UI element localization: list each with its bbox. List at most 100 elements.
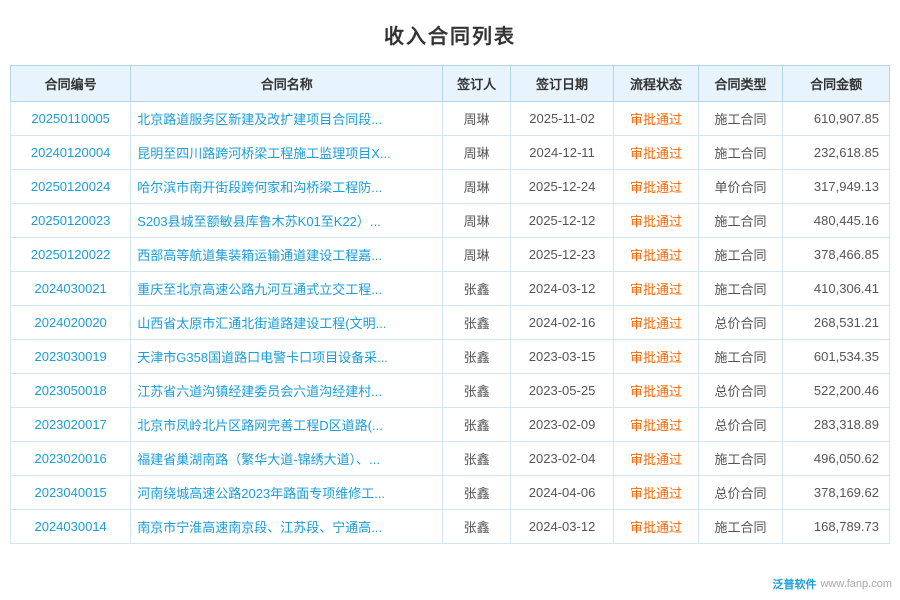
date-cell: 2023-02-09 [510,408,613,442]
date-cell: 2025-12-12 [510,204,613,238]
type-cell: 施工合同 [698,238,783,272]
contract-name-cell[interactable]: 南京市宁淮高速南京段、江苏段、宁通高... [131,510,443,544]
table-row: 2023020017北京市凤岭北片区路网完善工程D区道路(...张鑫2023-0… [11,408,890,442]
contract-id-cell[interactable]: 2023030019 [11,340,131,374]
contract-name-cell[interactable]: 重庆至北京高速公路九河互通式立交工程... [131,272,443,306]
contract-id-cell[interactable]: 2024020020 [11,306,131,340]
amount-cell: 268,531.21 [783,306,890,340]
contract-name-cell[interactable]: 哈尔滨市南开街段跨何家和沟桥梁工程防... [131,170,443,204]
status-cell: 审批通过 [614,374,699,408]
date-cell: 2024-04-06 [510,476,613,510]
type-cell: 总价合同 [698,306,783,340]
status-badge: 审批通过 [630,282,682,297]
col-header-1: 合同名称 [131,66,443,102]
contract-name-cell[interactable]: 北京路道服务区新建及改扩建项目合同段... [131,102,443,136]
status-cell: 审批通过 [614,170,699,204]
watermark-url: www.fanp.com [820,578,892,590]
contract-name-cell[interactable]: 天津市G358国道路口电警卡口项目设备采... [131,340,443,374]
type-cell: 施工合同 [698,340,783,374]
contract-id-cell[interactable]: 2024030021 [11,272,131,306]
status-cell: 审批通过 [614,476,699,510]
status-badge: 审批通过 [630,520,682,535]
date-cell: 2024-03-12 [510,510,613,544]
contract-id-cell[interactable]: 2023040015 [11,476,131,510]
contract-id-cell[interactable]: 20250120023 [11,204,131,238]
status-cell: 审批通过 [614,136,699,170]
signer-cell: 张鑫 [443,306,511,340]
date-cell: 2023-03-15 [510,340,613,374]
contract-name-cell[interactable]: 江苏省六道沟镇经建委员会六道沟经建村... [131,374,443,408]
contract-id-cell[interactable]: 20250120024 [11,170,131,204]
status-badge: 审批通过 [630,418,682,433]
status-cell: 审批通过 [614,510,699,544]
contract-name-cell[interactable]: S203县城至额敏县库鲁木苏K01至K22）... [131,204,443,238]
signer-cell: 张鑫 [443,476,511,510]
status-cell: 审批通过 [614,306,699,340]
col-header-3: 签订日期 [510,66,613,102]
status-badge: 审批通过 [630,214,682,229]
type-cell: 总价合同 [698,476,783,510]
date-cell: 2024-02-16 [510,306,613,340]
table-header-row: 合同编号合同名称签订人签订日期流程状态合同类型合同金额 [11,66,890,102]
contract-name-cell[interactable]: 福建省巢湖南路（繁华大道-锦绣大道）、... [131,442,443,476]
amount-cell: 410,306.41 [783,272,890,306]
table-row: 20250110005北京路道服务区新建及改扩建项目合同段...周琳2025-1… [11,102,890,136]
table-row: 20240120004昆明至四川路跨河桥梁工程施工监理项目X...周琳2024-… [11,136,890,170]
page-title: 收入合同列表 [10,20,890,49]
amount-cell: 378,466.85 [783,238,890,272]
contract-id-cell[interactable]: 20250120022 [11,238,131,272]
contract-table: 合同编号合同名称签订人签订日期流程状态合同类型合同金额 20250110005北… [10,65,890,544]
status-cell: 审批通过 [614,238,699,272]
contract-id-cell[interactable]: 2023020016 [11,442,131,476]
status-cell: 审批通过 [614,272,699,306]
status-badge: 审批通过 [630,146,682,161]
status-badge: 审批通过 [630,316,682,331]
amount-cell: 601,534.35 [783,340,890,374]
contract-name-cell[interactable]: 昆明至四川路跨河桥梁工程施工监理项目X... [131,136,443,170]
amount-cell: 522,200.46 [783,374,890,408]
signer-cell: 周琳 [443,204,511,238]
amount-cell: 496,050.62 [783,442,890,476]
amount-cell: 317,949.13 [783,170,890,204]
status-cell: 审批通过 [614,102,699,136]
type-cell: 施工合同 [698,272,783,306]
type-cell: 总价合同 [698,374,783,408]
col-header-6: 合同金额 [783,66,890,102]
date-cell: 2023-02-04 [510,442,613,476]
table-row: 2024020020山西省太原市汇通北街道路建设工程(文明...张鑫2024-0… [11,306,890,340]
contract-name-cell[interactable]: 北京市凤岭北片区路网完善工程D区道路(... [131,408,443,442]
status-cell: 审批通过 [614,408,699,442]
amount-cell: 480,445.16 [783,204,890,238]
contract-name-cell[interactable]: 山西省太原市汇通北街道路建设工程(文明... [131,306,443,340]
date-cell: 2024-12-11 [510,136,613,170]
contract-id-cell[interactable]: 2024030014 [11,510,131,544]
signer-cell: 张鑫 [443,272,511,306]
date-cell: 2025-12-24 [510,170,613,204]
status-badge: 审批通过 [630,248,682,263]
table-row: 2023030019天津市G358国道路口电警卡口项目设备采...张鑫2023-… [11,340,890,374]
signer-cell: 周琳 [443,238,511,272]
contract-id-cell[interactable]: 2023050018 [11,374,131,408]
signer-cell: 周琳 [443,102,511,136]
status-badge: 审批通过 [630,180,682,195]
watermark: 泛普软件 www.fanp.com [772,576,892,592]
amount-cell: 610,907.85 [783,102,890,136]
contract-name-cell[interactable]: 河南绕城高速公路2023年路面专项维修工... [131,476,443,510]
table-row: 20250120022西部高等航道集装箱运输通道建设工程嘉...周琳2025-1… [11,238,890,272]
type-cell: 施工合同 [698,510,783,544]
table-row: 2023040015河南绕城高速公路2023年路面专项维修工...张鑫2024-… [11,476,890,510]
page-container: 收入合同列表 合同编号合同名称签订人签订日期流程状态合同类型合同金额 20250… [0,0,900,600]
col-header-0: 合同编号 [11,66,131,102]
amount-cell: 283,318.89 [783,408,890,442]
date-cell: 2024-03-12 [510,272,613,306]
type-cell: 施工合同 [698,136,783,170]
contract-id-cell[interactable]: 20240120004 [11,136,131,170]
status-cell: 审批通过 [614,340,699,374]
contract-name-cell[interactable]: 西部高等航道集装箱运输通道建设工程嘉... [131,238,443,272]
date-cell: 2025-12-23 [510,238,613,272]
contract-id-cell[interactable]: 2023020017 [11,408,131,442]
table-row: 20250120023S203县城至额敏县库鲁木苏K01至K22）...周琳20… [11,204,890,238]
contract-id-cell[interactable]: 20250110005 [11,102,131,136]
signer-cell: 周琳 [443,170,511,204]
type-cell: 施工合同 [698,102,783,136]
